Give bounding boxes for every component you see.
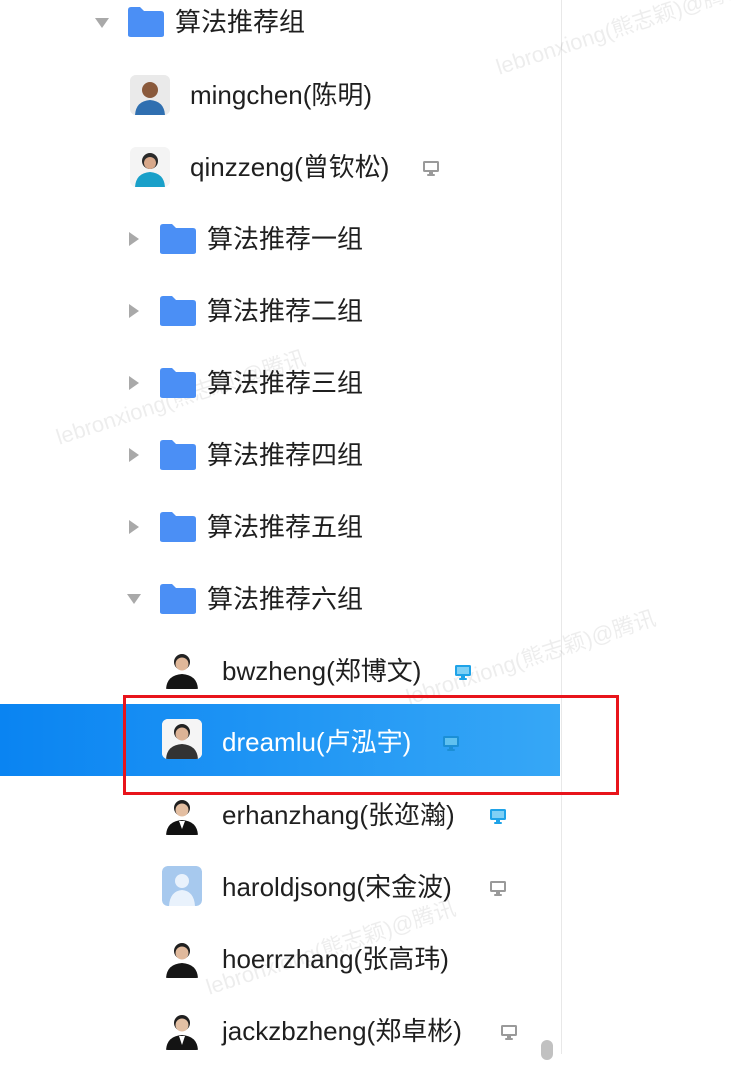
avatar — [130, 75, 170, 115]
chevron-right-icon[interactable] — [129, 520, 139, 534]
chevron-down-icon[interactable] — [127, 594, 141, 604]
tree-subgroup[interactable]: 算法推荐五组 — [0, 491, 561, 563]
highlight-annotation-box — [123, 695, 619, 795]
tree-group-root[interactable]: 算法推荐组 — [0, 0, 561, 58]
tree-member-row[interactable]: jackzbzheng(郑卓彬) — [0, 995, 561, 1067]
chevron-right-icon[interactable] — [129, 232, 139, 246]
folder-icon — [160, 296, 196, 326]
avatar — [162, 938, 202, 978]
tree-member-row[interactable]: hoerrzhang(张高玮) — [0, 923, 561, 995]
tree-member-row[interactable]: haroldjsong(宋金波) — [0, 851, 561, 923]
tree-member-row[interactable]: mingchen(陈明) — [0, 59, 561, 131]
chevron-down-icon[interactable] — [95, 18, 109, 28]
chevron-right-icon[interactable] — [129, 304, 139, 318]
pc-gray-icon — [423, 161, 439, 176]
member-label: haroldjsong(宋金波) — [222, 872, 452, 902]
pc-gray-icon — [490, 881, 506, 896]
tree-subgroup[interactable]: 算法推荐二组 — [0, 275, 561, 347]
pc-blue-icon — [455, 665, 471, 680]
avatar-placeholder — [162, 866, 202, 906]
tree-subgroup[interactable]: 算法推荐六组 — [0, 563, 561, 635]
tree-member-row[interactable]: qinzzeng(曾钦松) — [0, 131, 561, 203]
member-label: mingchen(陈明) — [190, 80, 373, 110]
folder-icon — [160, 512, 196, 542]
tree-subgroup[interactable]: 算法推荐三组 — [0, 347, 561, 419]
chevron-right-icon[interactable] — [129, 376, 139, 390]
subgroup-label: 算法推荐五组 — [207, 512, 364, 542]
pc-gray-icon — [501, 1025, 517, 1040]
subgroup-label: 算法推荐一组 — [207, 224, 364, 254]
member-label: qinzzeng(曾钦松) — [190, 152, 390, 182]
avatar — [162, 1010, 202, 1050]
subgroup-label: 算法推荐六组 — [207, 584, 364, 614]
avatar — [162, 649, 202, 689]
subgroup-label: 算法推荐二组 — [207, 296, 364, 326]
tree-subgroup[interactable]: 算法推荐四组 — [0, 419, 561, 491]
tree-subgroup[interactable]: 算法推荐一组 — [0, 203, 561, 275]
scrollbar-thumb[interactable] — [541, 1040, 553, 1060]
folder-icon — [160, 368, 196, 398]
folder-icon — [160, 440, 196, 470]
group-label: 算法推荐组 — [175, 7, 306, 37]
avatar — [130, 147, 170, 187]
avatar — [162, 795, 202, 835]
chevron-right-icon[interactable] — [129, 448, 139, 462]
right-empty-area — [562, 0, 744, 1054]
member-label: bwzheng(郑博文) — [222, 656, 422, 686]
folder-icon — [128, 7, 164, 37]
pc-blue-icon — [490, 809, 506, 824]
folder-icon — [160, 584, 196, 614]
member-label: erhanzhang(张迩瀚) — [222, 800, 455, 830]
member-label: hoerrzhang(张高玮) — [222, 944, 449, 974]
subgroup-label: 算法推荐四组 — [207, 440, 364, 470]
folder-icon — [160, 224, 196, 254]
member-label: jackzbzheng(郑卓彬) — [222, 1016, 462, 1046]
subgroup-label: 算法推荐三组 — [207, 368, 364, 398]
